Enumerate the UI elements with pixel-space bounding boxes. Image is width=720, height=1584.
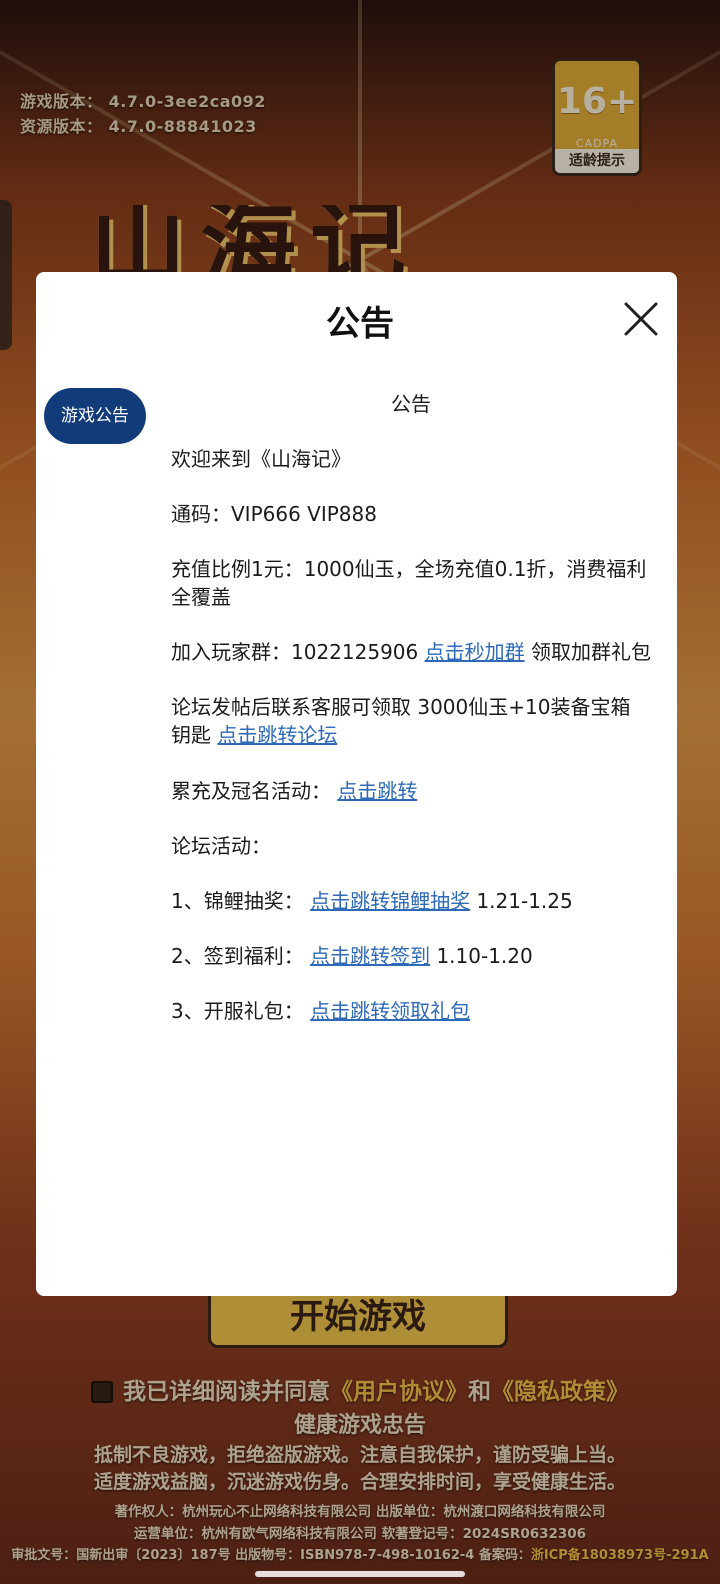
activity-1-prefix: 1、锦鲤抽奖：: [171, 889, 311, 913]
forum-text-2: 钥匙: [171, 723, 218, 747]
codes-text: 通码：VIP666 VIP888: [171, 502, 377, 526]
activity-2-prefix: 2、签到福利：: [171, 944, 311, 968]
event-link[interactable]: 点击跳转: [337, 779, 417, 803]
recharge-text-1: 充值比例1元：1000仙玉，全场充值0.1折，消费福利: [171, 557, 647, 581]
group-prefix: 加入玩家群：1022125906: [171, 640, 425, 664]
sign-in-link[interactable]: 点击跳转签到: [310, 944, 430, 968]
activity-item-2: 2、签到福利： 点击跳转签到 1.10-1.20: [171, 942, 533, 970]
content-heading: 公告: [391, 392, 431, 416]
forum-text-1: 论坛发帖后联系客服可领取 3000仙玉+10装备宝箱: [171, 695, 631, 719]
forum-activities-label: 论坛活动：: [171, 834, 271, 858]
server-gift-link[interactable]: 点击跳转领取礼包: [310, 999, 470, 1023]
activity-2-dates: 1.10-1.20: [430, 944, 533, 968]
activity-3-prefix: 3、开服礼包：: [171, 999, 311, 1023]
welcome-text: 欢迎来到《山海记》: [171, 447, 351, 471]
modal-title: 公告: [326, 304, 394, 344]
event-prefix: 累充及冠名活动：: [171, 779, 338, 803]
group-line: 加入玩家群：1022125906 点击秒加群 领取加群礼包: [171, 638, 651, 666]
close-button[interactable]: [620, 298, 662, 340]
activity-1-dates: 1.21-1.25: [470, 889, 573, 913]
activity-item-3: 3、开服礼包： 点击跳转领取礼包: [171, 997, 470, 1025]
join-group-link[interactable]: 点击秒加群: [425, 640, 525, 664]
announcement-overlay: 公告 游戏公告 公告 欢迎来到《山海记》 通码：VIP666 VIP888 充值…: [0, 0, 720, 1584]
forum-line-2: 钥匙 点击跳转论坛: [171, 721, 337, 749]
group-suffix: 领取加群礼包: [524, 640, 651, 664]
recharge-text-2: 全覆盖: [171, 585, 231, 609]
forum-link[interactable]: 点击跳转论坛: [217, 723, 337, 747]
activity-item-1: 1、锦鲤抽奖： 点击跳转锦鲤抽奖 1.21-1.25: [171, 887, 573, 915]
tab-game-announcement[interactable]: 游戏公告: [44, 388, 146, 444]
close-icon: [624, 302, 658, 336]
event-line: 累充及冠名活动： 点击跳转: [171, 777, 417, 805]
koi-lottery-link[interactable]: 点击跳转锦鲤抽奖: [310, 889, 470, 913]
